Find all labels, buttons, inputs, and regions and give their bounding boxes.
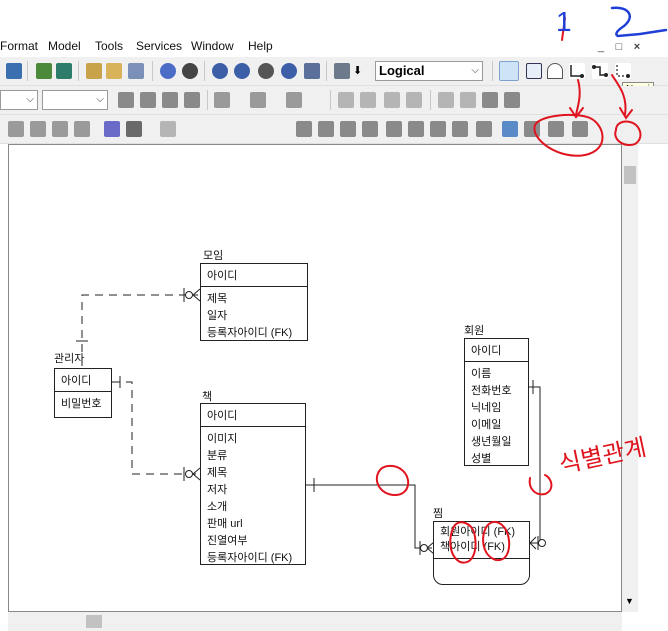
annotation-marks — [375, 6, 668, 564]
annotation-number-1: 1 — [556, 6, 572, 37]
